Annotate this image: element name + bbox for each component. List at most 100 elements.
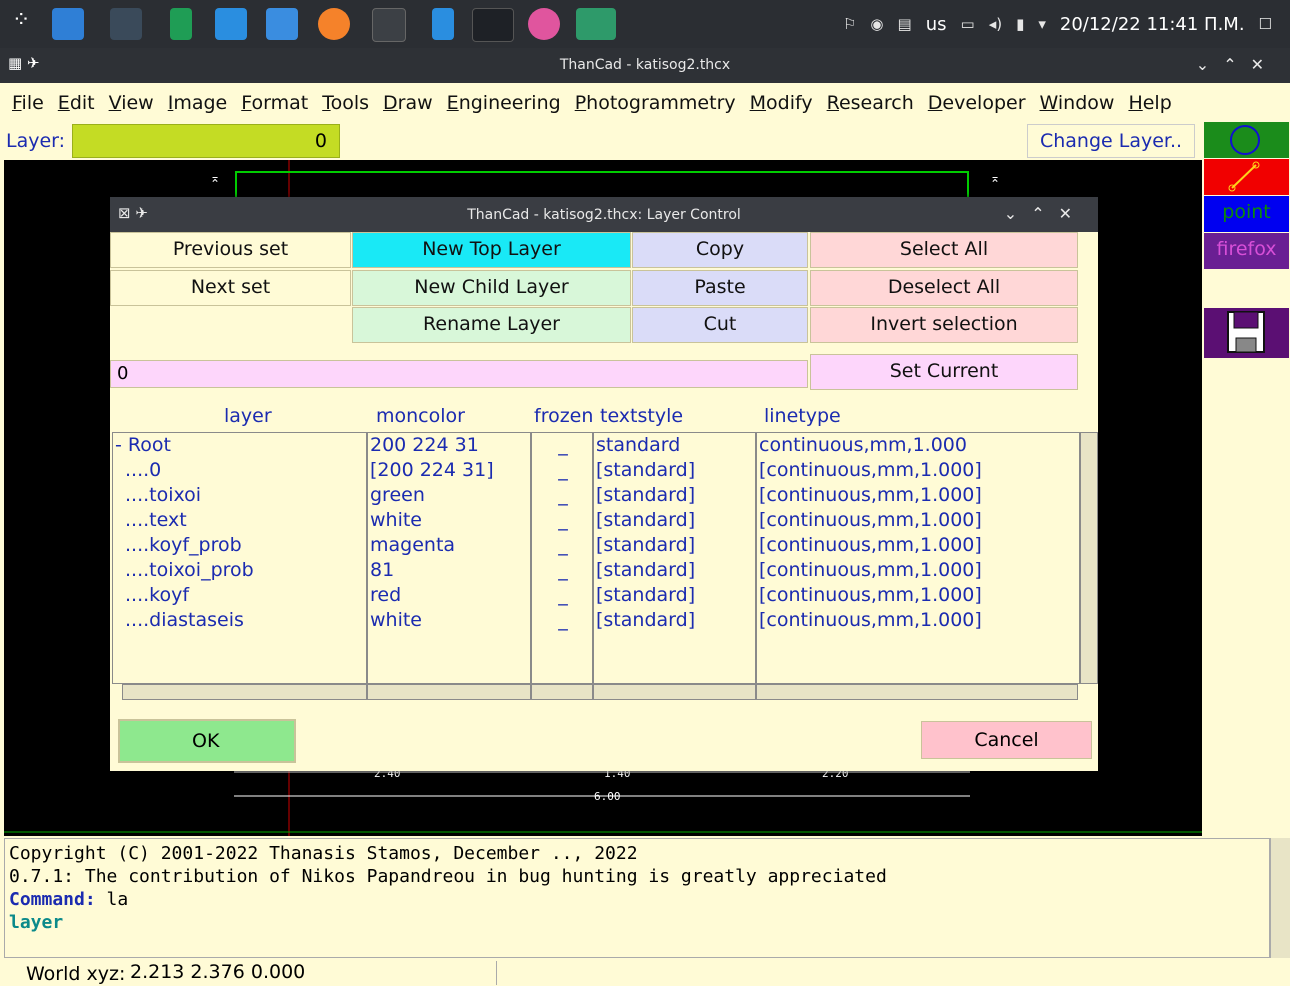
thancad-icon[interactable] <box>472 8 514 42</box>
file-manager-icon[interactable] <box>266 8 298 40</box>
textstyle-cell[interactable]: [standard] <box>594 558 755 583</box>
frozen-cell[interactable]: _ <box>532 508 592 533</box>
column-header-moncolor[interactable]: moncolor <box>376 405 465 427</box>
menu-file[interactable]: File <box>12 92 44 114</box>
keyboard-layout[interactable]: us <box>926 14 947 35</box>
menu-research[interactable]: Research <box>827 92 914 114</box>
textstyle-cell[interactable]: [standard] <box>594 608 755 633</box>
settings-icon[interactable] <box>110 8 142 40</box>
frozen-column-list[interactable]: _ _ _ _ _ _ _ _ <box>531 432 593 684</box>
moncolor-cell[interactable]: white <box>368 608 530 633</box>
frozen-cell[interactable]: _ <box>532 558 592 583</box>
desktop-pager-icon[interactable] <box>52 8 84 40</box>
copy-button[interactable]: Copy <box>632 232 808 268</box>
menu-format[interactable]: Format <box>241 92 308 114</box>
current-layer-field[interactable]: 0 <box>72 124 340 158</box>
moncolor-column-list[interactable]: 200 224 31 [200 224 31] green white mage… <box>367 432 531 684</box>
app-launcher-icon[interactable]: ⁘ <box>12 8 44 40</box>
spreadsheet-icon[interactable] <box>170 8 192 40</box>
moncolor-horizontal-scrollbar[interactable] <box>367 684 531 700</box>
new-top-layer-button[interactable]: New Top Layer <box>352 232 631 268</box>
textstyle-cell[interactable]: [standard] <box>594 458 755 483</box>
clipboard-icon[interactable]: ▤ <box>898 15 912 33</box>
list-vertical-scrollbar[interactable] <box>1080 432 1098 684</box>
linetype-cell[interactable]: [continuous,mm,1.000] <box>757 508 1079 533</box>
moncolor-cell[interactable]: magenta <box>368 533 530 558</box>
layer-column-list[interactable]: - Root ....0 ....toixoi ....text ....koy… <box>112 432 367 684</box>
layer-cell[interactable]: ....diastaseis <box>113 608 366 633</box>
previous-set-button[interactable]: Previous set <box>110 232 351 268</box>
layer-cell[interactable]: ....text <box>113 508 366 533</box>
select-all-button[interactable]: Select All <box>810 232 1078 268</box>
frozen-cell[interactable]: _ <box>532 458 592 483</box>
point-tool-button[interactable]: point <box>1204 196 1289 232</box>
menu-view[interactable]: View <box>109 92 154 114</box>
linetype-cell[interactable]: [continuous,mm,1.000] <box>757 458 1079 483</box>
cancel-button[interactable]: Cancel <box>921 721 1092 759</box>
menu-edit[interactable]: Edit <box>58 92 95 114</box>
frozen-horizontal-scrollbar[interactable] <box>531 684 593 700</box>
maximize-icon[interactable]: ⌃ <box>1223 55 1250 74</box>
layer-cell[interactable]: ....koyf_prob <box>113 533 366 558</box>
linetype-cell[interactable]: [continuous,mm,1.000] <box>757 533 1079 558</box>
set-current-button[interactable]: Set Current <box>810 354 1078 390</box>
textstyle-cell[interactable]: [standard] <box>594 533 755 558</box>
dialog-close-icon[interactable]: ✕ <box>1059 204 1086 223</box>
rename-layer-button[interactable]: Rename Layer <box>352 307 631 343</box>
column-header-textstyle[interactable]: textstyle <box>600 405 683 427</box>
moncolor-cell[interactable]: red <box>368 583 530 608</box>
textstyle-cell[interactable]: standard <box>594 433 755 458</box>
frozen-cell[interactable]: _ <box>532 608 592 633</box>
network-icon[interactable]: ◉ <box>870 15 883 33</box>
linetype-cell[interactable]: continuous,mm,1.000 <box>757 433 1079 458</box>
textstyle-cell[interactable]: [standard] <box>594 483 755 508</box>
volume-icon[interactable]: ◂) <box>989 15 1002 33</box>
linetype-cell[interactable]: [continuous,mm,1.000] <box>757 608 1079 633</box>
menu-modify[interactable]: Modify <box>750 92 813 114</box>
menu-tools[interactable]: Tools <box>322 92 369 114</box>
moncolor-cell[interactable]: white <box>368 508 530 533</box>
menu-draw[interactable]: Draw <box>383 92 433 114</box>
menu-help[interactable]: Help <box>1128 92 1171 114</box>
clock[interactable]: 20/12/22 11:41 Π.Μ. <box>1060 14 1245 35</box>
frozen-cell[interactable]: _ <box>532 433 592 458</box>
column-header-layer[interactable]: layer <box>224 405 272 427</box>
menu-image[interactable]: Image <box>168 92 228 114</box>
moncolor-cell[interactable]: 81 <box>368 558 530 583</box>
tray-expand-icon[interactable]: ▾ <box>1038 15 1046 33</box>
linetype-cell[interactable]: [continuous,mm,1.000] <box>757 583 1079 608</box>
textstyle-column-list[interactable]: standard [standard] [standard] [standard… <box>593 432 756 684</box>
minimize-icon[interactable]: ⌄ <box>1196 55 1223 74</box>
close-icon[interactable]: ✕ <box>1251 55 1278 74</box>
menu-photogrammetry[interactable]: Photogrammetry <box>575 92 736 114</box>
firefox-icon[interactable] <box>318 8 350 40</box>
line-tool-button[interactable] <box>1204 159 1289 195</box>
moncolor-cell[interactable]: [200 224 31] <box>368 458 530 483</box>
screenshot-icon[interactable] <box>576 8 616 40</box>
firefox-tool-button[interactable]: firefox <box>1204 233 1289 269</box>
column-header-frozen[interactable]: frozen <box>534 405 593 427</box>
linetype-column-list[interactable]: continuous,mm,1.000 [continuous,mm,1.000… <box>756 432 1080 684</box>
column-header-linetype[interactable]: linetype <box>764 405 841 427</box>
dialog-maximize-icon[interactable]: ⌃ <box>1031 204 1058 223</box>
frozen-cell[interactable]: _ <box>532 483 592 508</box>
layer-cell[interactable]: ....toixoi_prob <box>113 558 366 583</box>
textstyle-cell[interactable]: [standard] <box>594 508 755 533</box>
layer-horizontal-scrollbar[interactable] <box>122 684 367 700</box>
frozen-cell[interactable]: _ <box>532 583 592 608</box>
menu-window[interactable]: Window <box>1040 92 1115 114</box>
linetype-horizontal-scrollbar[interactable] <box>756 684 1078 700</box>
layer-cell[interactable]: ....koyf <box>113 583 366 608</box>
textstyle-horizontal-scrollbar[interactable] <box>593 684 756 700</box>
circle-tool-button[interactable] <box>1204 122 1289 158</box>
next-set-button[interactable]: Next set <box>110 270 351 306</box>
console-scrollbar[interactable] <box>1270 838 1290 958</box>
command-console[interactable]: Copyright (C) 2001-2022 Thanasis Stamos,… <box>4 838 1270 958</box>
frozen-cell[interactable]: _ <box>532 533 592 558</box>
invert-selection-button[interactable]: Invert selection <box>810 307 1078 343</box>
store-icon[interactable] <box>215 8 247 40</box>
layer-cell-root[interactable]: - Root <box>113 433 366 458</box>
new-child-layer-button[interactable]: New Child Layer <box>352 270 631 306</box>
menu-developer[interactable]: Developer <box>928 92 1026 114</box>
devices-icon[interactable]: ▭ <box>961 15 975 33</box>
